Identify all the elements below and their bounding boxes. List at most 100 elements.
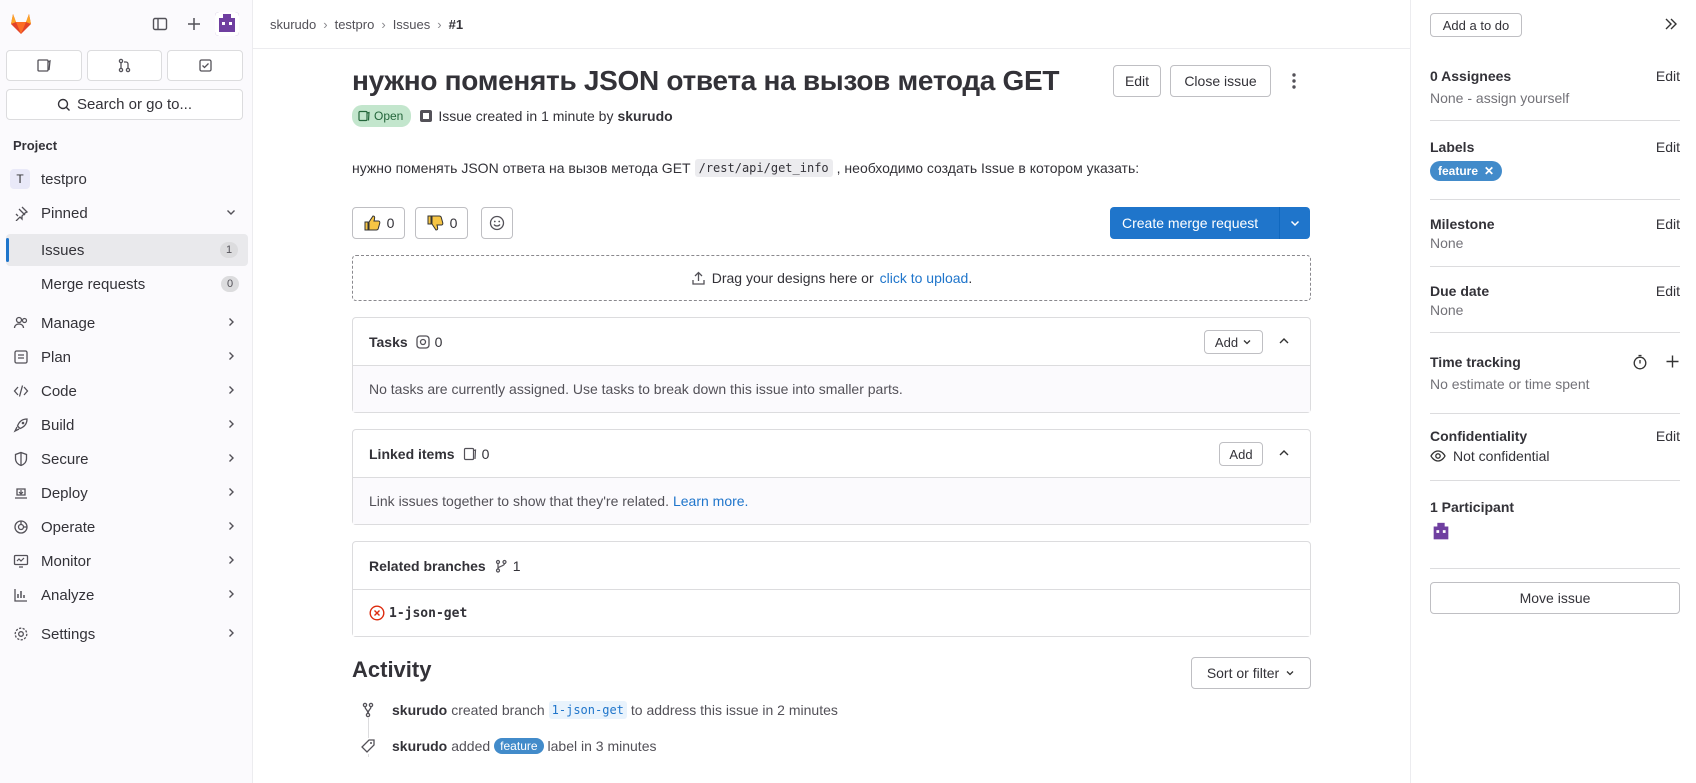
timer-icon[interactable] [1632, 354, 1648, 373]
milestone-edit[interactable]: Edit [1656, 216, 1680, 232]
author-link[interactable]: skurudo [617, 108, 672, 124]
design-dropzone[interactable]: Drag your designs here or click to uploa… [352, 255, 1311, 301]
chart-icon [12, 586, 30, 604]
pipeline-failed-icon[interactable] [369, 605, 385, 621]
label-feature[interactable]: feature ✕ [1430, 161, 1503, 181]
labels-edit[interactable]: Edit [1656, 139, 1680, 155]
thumbs-up-icon [364, 215, 380, 231]
close-issue-button[interactable]: Close issue [1170, 65, 1271, 97]
chevron-right-icon [225, 384, 237, 399]
move-issue-button[interactable]: Move issue [1430, 582, 1680, 614]
learn-more-link[interactable]: Learn more. [673, 493, 748, 509]
plus-icon[interactable] [183, 13, 205, 35]
rocket-icon [12, 416, 30, 434]
add-reaction-button[interactable] [481, 207, 513, 239]
breadcrumb-issues[interactable]: Issues [393, 17, 431, 32]
chevron-right-icon [225, 418, 237, 433]
sidebar-item-settings[interactable]: Settings [0, 618, 253, 650]
create-mr-dropdown[interactable] [1280, 207, 1310, 239]
app: Search or go to... Project T testpro Pin… [0, 0, 1696, 783]
thumbs-up-button[interactable]: 0 [352, 207, 405, 239]
sidebar-item-issues[interactable]: Issues 1 [6, 234, 248, 266]
issues-count: 1 [220, 242, 238, 258]
sidebar-item-code[interactable]: Code [0, 375, 253, 407]
labels-title: Labels [1430, 139, 1475, 155]
search-label: Search or go to... [76, 96, 193, 113]
sidebar-item-operate[interactable]: Operate [0, 511, 253, 543]
divider [1430, 266, 1680, 267]
breadcrumb-issue-id[interactable]: #1 [449, 17, 463, 32]
add-todo-button[interactable]: Add a to do [1430, 13, 1522, 37]
gitlab-logo[interactable] [8, 10, 34, 36]
sidebar-item-label: Deploy [41, 484, 88, 502]
participants-title: 1 Participant [1430, 499, 1515, 515]
create-merge-request-button[interactable]: Create merge request [1110, 207, 1310, 239]
label-feature-text: feature [1438, 164, 1479, 178]
right-sidebar: Add a to do 0 Assignees None - assign yo… [1410, 0, 1696, 783]
sidebar-item-build[interactable]: Build [0, 409, 253, 441]
todo-tab[interactable] [167, 50, 244, 81]
sidebar-shortcuts [6, 50, 244, 81]
confidentiality-edit[interactable]: Edit [1656, 428, 1680, 444]
linked-add-button[interactable]: Add [1219, 442, 1263, 466]
sidebar-item-analyze[interactable]: Analyze [0, 579, 253, 611]
status-label: Open [374, 109, 404, 123]
milestone-title: Milestone [1430, 216, 1495, 232]
search-button[interactable]: Search or go to... [6, 89, 243, 120]
activity-branch-link[interactable]: 1-json-get [548, 701, 627, 719]
tasks-add-button[interactable]: Add [1204, 330, 1263, 354]
dropzone-text: Drag your designs here or [711, 270, 874, 286]
assigned-issues-tab[interactable] [6, 50, 82, 81]
todo-icon [199, 59, 212, 72]
sidebar-item-manage[interactable]: Manage [0, 307, 253, 339]
branch-icon [495, 559, 507, 573]
user-avatar[interactable] [215, 12, 239, 36]
sort-filter-label: Sort or filter [1206, 665, 1280, 681]
merge-request-icon [118, 58, 131, 73]
chevron-right-icon [225, 316, 237, 331]
breadcrumb: skurudo › testpro › Issues › #1 [253, 0, 1410, 49]
sidebar-item-merge-requests[interactable]: Merge requests 0 [0, 268, 253, 300]
sidebar-item-pinned[interactable]: Pinned [0, 197, 253, 229]
sort-filter-button[interactable]: Sort or filter [1191, 657, 1311, 689]
activity-user[interactable]: skurudo [392, 738, 447, 754]
linked-collapse-icon[interactable] [1277, 446, 1291, 463]
branch-icon [352, 702, 384, 718]
assignees-edit[interactable]: Edit [1656, 68, 1680, 84]
edit-button[interactable]: Edit [1113, 65, 1161, 97]
sidebar-item-monitor[interactable]: Monitor [0, 545, 253, 577]
collapse-sidebar-icon[interactable] [1663, 16, 1679, 35]
sidebar-item-project[interactable]: T testpro [0, 163, 253, 195]
thumbs-down-button[interactable]: 0 [415, 207, 468, 239]
merge-requests-tab[interactable] [86, 50, 163, 81]
sidebar-item-deploy[interactable]: Deploy [0, 477, 253, 509]
activity-item: skurudo created branch 1-json-get to add… [352, 701, 838, 719]
assignees-value[interactable]: None - assign yourself [1430, 90, 1680, 106]
more-actions-button[interactable] [1280, 65, 1308, 97]
breadcrumb-project[interactable]: testpro [335, 17, 375, 32]
branch-link[interactable]: 1-json-get [389, 606, 467, 621]
chevron-right-icon [225, 452, 237, 467]
tasks-collapse-icon[interactable] [1277, 334, 1291, 351]
activity-label-tag[interactable]: feature [494, 738, 544, 754]
due-date-edit[interactable]: Edit [1656, 283, 1680, 299]
chevron-right-icon [225, 554, 237, 569]
create-mr-main[interactable]: Create merge request [1110, 207, 1280, 239]
confidentiality-value: Not confidential [1453, 448, 1550, 464]
project-avatar: T [10, 169, 30, 189]
smiley-icon [489, 215, 505, 231]
upload-link[interactable]: click to upload [880, 270, 969, 286]
participant-avatar[interactable] [1430, 521, 1452, 543]
sidebar-item-secure[interactable]: Secure [0, 443, 253, 475]
sidebar-toggle-icon[interactable] [149, 13, 171, 35]
activity-user[interactable]: skurudo [392, 702, 447, 718]
breadcrumb-owner[interactable]: skurudo [270, 17, 316, 32]
sidebar-item-label: Build [41, 416, 75, 434]
activity-text-end: label in 3 minutes [547, 738, 657, 754]
sidebar-item-label: Manage [41, 314, 96, 332]
tasks-card: Tasks 0 Add No tasks are currently assig… [352, 317, 1311, 413]
remove-label-icon[interactable]: ✕ [1484, 164, 1494, 178]
branches-title: Related branches [369, 557, 486, 574]
sidebar-item-plan[interactable]: Plan [0, 341, 253, 373]
add-time-icon[interactable] [1665, 354, 1680, 372]
